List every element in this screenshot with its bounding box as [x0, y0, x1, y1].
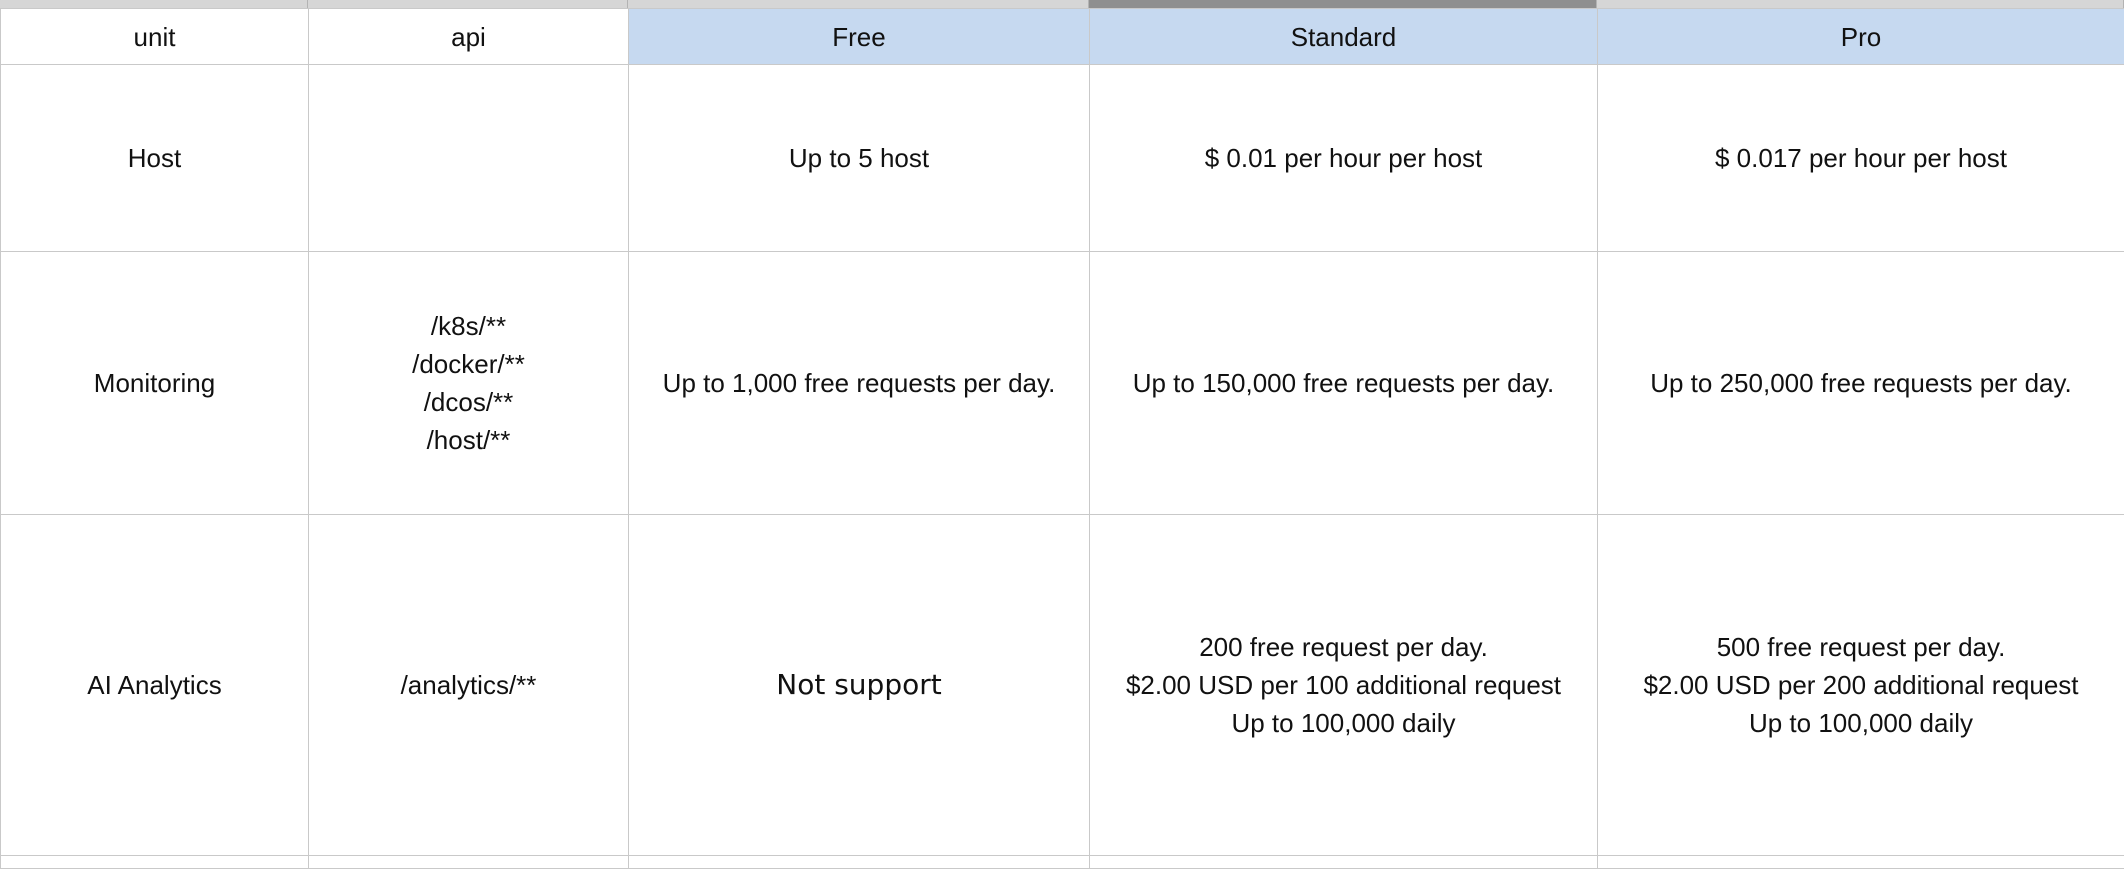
cell-monitoring-unit[interactable]: Monitoring [1, 252, 309, 515]
ai-pro-line: $2.00 USD per 200 additional request [1604, 666, 2118, 704]
cell-ai-standard[interactable]: 200 free request per day. $2.00 USD per … [1090, 515, 1598, 856]
ai-pro-line: 500 free request per day. [1604, 628, 2118, 666]
monitoring-api-line: /dcos/** [315, 383, 622, 421]
column-header-b[interactable] [308, 0, 628, 8]
ai-standard-line: 200 free request per day. [1096, 628, 1591, 666]
cell-monitoring-pro[interactable]: Up to 250,000 free requests per day. [1598, 252, 2124, 515]
monitoring-api-line: /host/** [315, 421, 622, 459]
cell-monitoring-standard[interactable]: Up to 150,000 free requests per day. [1090, 252, 1598, 515]
monitoring-standard-text: Up to 150,000 free requests per day. [1133, 368, 1555, 398]
header-cell-api[interactable]: api [309, 9, 629, 65]
monitoring-pro-text: Up to 250,000 free requests per day. [1650, 368, 2072, 398]
column-header-a[interactable] [0, 0, 308, 8]
monitoring-api-line: /docker/** [315, 345, 622, 383]
empty-cell[interactable] [1598, 856, 2124, 869]
ai-free-text: Not support [776, 668, 941, 701]
column-header-c[interactable] [628, 0, 1089, 8]
monitoring-api-line: /k8s/** [315, 307, 622, 345]
empty-cell[interactable] [629, 856, 1090, 869]
cell-ai-api[interactable]: /analytics/** [309, 515, 629, 856]
table-row-ai-analytics: AI Analytics /analytics/** Not support 2… [1, 515, 2124, 856]
header-cell-standard[interactable]: Standard [1090, 9, 1598, 65]
cell-host-standard[interactable]: $ 0.01 per hour per host [1090, 65, 1598, 252]
cell-ai-pro[interactable]: 500 free request per day. $2.00 USD per … [1598, 515, 2124, 856]
header-cell-unit[interactable]: unit [1, 9, 309, 65]
host-standard-text: $ 0.01 per hour per host [1205, 143, 1483, 173]
host-unit-text: Host [128, 143, 181, 173]
column-header-d[interactable] [1089, 0, 1597, 8]
column-header-e[interactable] [1597, 0, 2124, 8]
table-row-host: Host Up to 5 host $ 0.01 per hour per ho… [1, 65, 2124, 252]
header-api-label: api [451, 22, 486, 52]
header-cell-free[interactable]: Free [629, 9, 1090, 65]
empty-cell[interactable] [1, 856, 309, 869]
host-free-text: Up to 5 host [789, 143, 929, 173]
monitoring-unit-text: Monitoring [94, 368, 215, 398]
empty-cell[interactable] [1090, 856, 1598, 869]
ai-standard-line: Up to 100,000 daily [1096, 704, 1591, 742]
header-cell-pro[interactable]: Pro [1598, 9, 2124, 65]
table-row-monitoring: Monitoring /k8s/** /docker/** /dcos/** /… [1, 252, 2124, 515]
cell-host-api[interactable] [309, 65, 629, 252]
header-standard-label: Standard [1291, 22, 1397, 52]
cell-ai-free[interactable]: Not support [629, 515, 1090, 856]
ai-standard-line: $2.00 USD per 100 additional request [1096, 666, 1591, 704]
table-row-empty [1, 856, 2124, 869]
empty-cell[interactable] [309, 856, 629, 869]
cell-host-unit[interactable]: Host [1, 65, 309, 252]
cell-host-pro[interactable]: $ 0.017 per hour per host [1598, 65, 2124, 252]
header-row: unit api Free Standard Pro [1, 9, 2124, 65]
pricing-table: unit api Free Standard Pro Host Up to 5 … [0, 8, 2124, 869]
header-free-label: Free [832, 22, 885, 52]
ai-api-text: /analytics/** [401, 670, 537, 700]
monitoring-free-text: Up to 1,000 free requests per day. [663, 368, 1056, 398]
ai-unit-text: AI Analytics [87, 670, 221, 700]
cell-host-free[interactable]: Up to 5 host [629, 65, 1090, 252]
cell-monitoring-api[interactable]: /k8s/** /docker/** /dcos/** /host/** [309, 252, 629, 515]
header-pro-label: Pro [1841, 22, 1881, 52]
host-pro-text: $ 0.017 per hour per host [1715, 143, 2007, 173]
ai-pro-line: Up to 100,000 daily [1604, 704, 2118, 742]
header-unit-label: unit [134, 22, 176, 52]
cell-ai-unit[interactable]: AI Analytics [1, 515, 309, 856]
cell-monitoring-free[interactable]: Up to 1,000 free requests per day. [629, 252, 1090, 515]
